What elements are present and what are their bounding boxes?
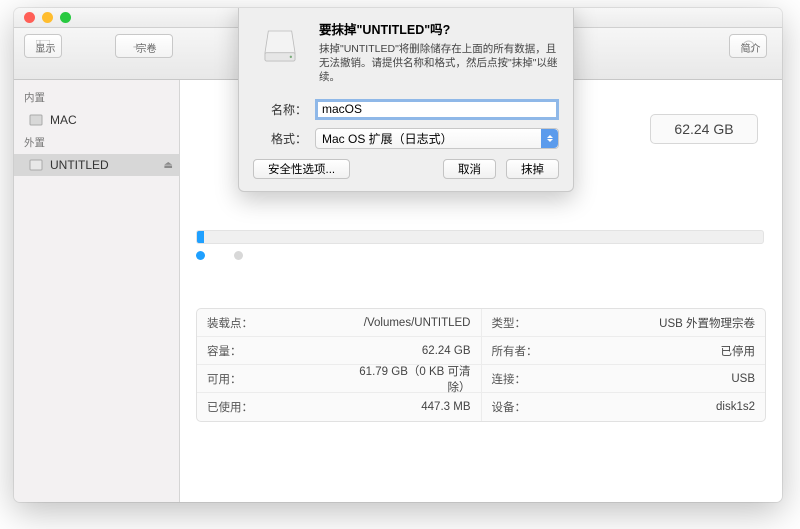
security-options-button[interactable]: 安全性选项... — [253, 159, 350, 179]
cell-key: 已使用： — [197, 393, 339, 421]
cell-key: 设备： — [482, 393, 624, 421]
sidebar-section-internal: 内置 — [14, 86, 179, 109]
window-controls — [24, 12, 71, 23]
sidebar-item-untitled[interactable]: UNTITLED ⏏ — [14, 154, 179, 176]
usage-legend — [196, 250, 248, 262]
cell-val: 61.79 GB（0 KB 可清除） — [339, 365, 482, 392]
minimize-icon[interactable] — [42, 12, 53, 23]
external-hdd-icon — [28, 157, 44, 173]
format-label: 格式： — [253, 130, 307, 147]
name-label: 名称： — [253, 101, 307, 118]
cell-key: 装载点： — [197, 309, 339, 336]
cell-val: /Volumes/UNTITLED — [339, 309, 482, 336]
cell-val: USB 外置物理宗卷 — [623, 309, 765, 336]
close-icon[interactable] — [24, 12, 35, 23]
hdd-icon — [28, 112, 44, 128]
sidebar: 内置 MAC 外置 UNTITLED ⏏ — [14, 80, 180, 502]
eject-icon[interactable]: ⏏ — [164, 160, 173, 171]
table-row: 容量：62.24 GB 所有者：已停用 — [197, 337, 765, 365]
show-label: 显示 — [36, 40, 56, 55]
zoom-icon[interactable] — [60, 12, 71, 23]
capacity-box: 62.24 GB — [650, 114, 758, 144]
sidebar-section-external: 外置 — [14, 131, 179, 154]
cell-key: 所有者： — [482, 337, 624, 364]
details-table: 装载点：/Volumes/UNTITLED 类型：USB 外置物理宗卷 容量：6… — [196, 308, 766, 422]
disk-utility-window: 磁盘工具 显示 + − 宗卷 急救 分区 抹掉 恢复 卸载 i简介 内置 MAC… — [14, 8, 782, 502]
sidebar-item-label: UNTITLED — [50, 158, 109, 172]
cell-val: disk1s2 — [623, 393, 765, 421]
cell-val: USB — [623, 365, 765, 392]
table-row: 已使用：447.3 MB 设备：disk1s2 — [197, 393, 765, 421]
cell-key: 连接： — [482, 365, 624, 392]
legend-free — [234, 250, 248, 262]
info-label: 简介 — [741, 40, 761, 55]
table-row: 可用：61.79 GB（0 KB 可清除） 连接：USB — [197, 365, 765, 393]
volume-label: 宗卷 — [137, 40, 157, 55]
legend-used — [196, 250, 210, 262]
drive-icon — [253, 19, 307, 73]
cell-val: 447.3 MB — [339, 393, 482, 421]
cell-val: 62.24 GB — [339, 337, 482, 364]
chevron-updown-icon — [541, 129, 558, 148]
sidebar-item-label: MAC — [50, 113, 77, 127]
erase-dialog: 要抹掉"UNTITLED"吗? 抹掉"UNTITLED"将删除储存在上面的所有数… — [238, 8, 574, 192]
usage-bar — [196, 230, 764, 244]
sidebar-item-mac[interactable]: MAC — [14, 109, 179, 131]
dialog-title: 要抹掉"UNTITLED"吗? — [319, 19, 559, 38]
cell-key: 类型： — [482, 309, 624, 336]
cell-val: 已停用 — [623, 337, 765, 364]
erase-confirm-button[interactable]: 抹掉 — [506, 159, 559, 179]
format-value: Mac OS 扩展（日志式） — [322, 130, 453, 147]
cell-key: 可用： — [197, 365, 339, 392]
name-input[interactable] — [315, 99, 559, 120]
usage-bar-fill — [197, 231, 204, 243]
dialog-message: 抹掉"UNTITLED"将删除储存在上面的所有数据，且无法撤销。请提供名称和格式… — [319, 42, 559, 85]
table-row: 装载点：/Volumes/UNTITLED 类型：USB 外置物理宗卷 — [197, 309, 765, 337]
cell-key: 容量： — [197, 337, 339, 364]
cancel-button[interactable]: 取消 — [443, 159, 496, 179]
format-select[interactable]: Mac OS 扩展（日志式） — [315, 128, 559, 149]
